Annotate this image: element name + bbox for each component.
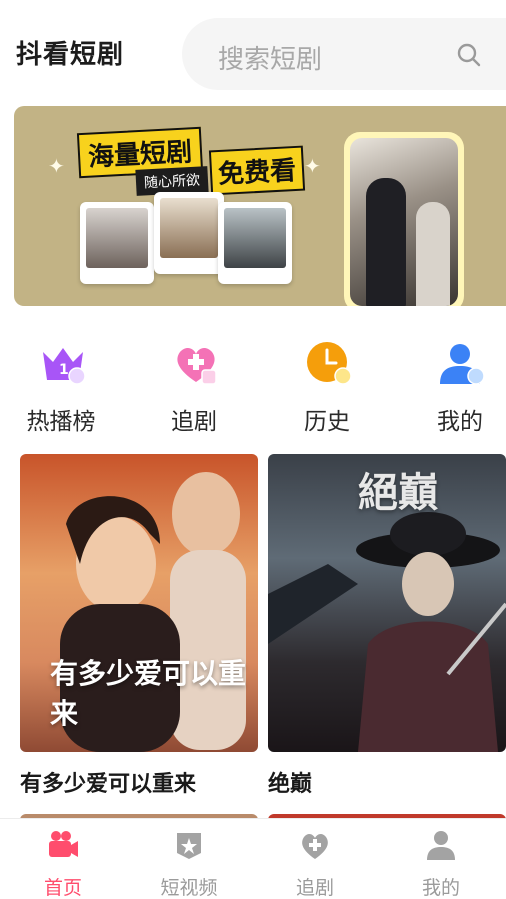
- banner-mini-card: [154, 192, 224, 274]
- sparkle-icon: ✦: [48, 154, 65, 178]
- bottom-tab-bar: 首页 短视频 追剧 我的: [0, 818, 506, 899]
- drama-poster[interactable]: 絕巔: [268, 454, 506, 752]
- user-icon: [427, 831, 455, 860]
- crown-icon: 1: [43, 348, 86, 385]
- poster-title-art: 絕巔: [358, 470, 438, 516]
- poster-title-art: 有多少爱可以重来: [50, 657, 247, 730]
- user-icon: [440, 344, 485, 385]
- banner-free-text: 免费看: [208, 145, 306, 196]
- sparkle-icon: ✦: [304, 154, 321, 178]
- drama-poster[interactable]: 有多少爱可以重来: [20, 454, 258, 752]
- tab-follow[interactable]: 追剧: [252, 819, 378, 899]
- quick-label: 我的: [437, 409, 483, 435]
- banner-phone-screen: [350, 138, 458, 306]
- promo-banner[interactable]: ✦ ✦ 海量短剧 随心所欲 免费看: [14, 106, 506, 306]
- heart-plus-icon: [302, 834, 328, 859]
- search-input[interactable]: 搜索短剧: [182, 18, 506, 90]
- drama-title: 有多少爱可以重来: [20, 772, 197, 797]
- tab-home[interactable]: 首页: [0, 819, 126, 899]
- quick-label: 追剧: [171, 409, 217, 435]
- quick-item-hot-rank[interactable]: 1 热播榜: [6, 338, 116, 438]
- tab-label: 追剧: [295, 877, 334, 899]
- tab-short-video[interactable]: 短视频: [126, 819, 252, 899]
- tab-label: 我的: [421, 877, 460, 899]
- quick-menu: 1 热播榜 追剧 历史 我的: [0, 338, 506, 438]
- quick-item-follow[interactable]: 追剧: [139, 338, 249, 438]
- header: 抖看短剧 搜索短剧: [0, 0, 506, 100]
- tab-mine[interactable]: 我的: [378, 819, 504, 899]
- clock-icon: [307, 342, 352, 385]
- heart-plus-icon: [177, 347, 217, 385]
- camera-icon: [49, 831, 78, 857]
- quick-label: 历史: [304, 409, 350, 435]
- banner-mini-card: [218, 202, 292, 284]
- search-placeholder: 搜索短剧: [218, 45, 323, 75]
- quick-item-mine[interactable]: 我的: [405, 338, 506, 438]
- quick-label: 热播榜: [26, 409, 96, 435]
- search-icon[interactable]: [456, 42, 482, 68]
- drama-card[interactable]: 有多少爱可以重来 有多少爱可以重来: [20, 454, 258, 798]
- drama-card[interactable]: 絕巔 绝巅: [268, 454, 506, 798]
- app-title: 抖看短剧: [16, 40, 125, 70]
- quick-item-history[interactable]: 历史: [272, 338, 382, 438]
- star-badge-icon: [177, 833, 201, 859]
- svg-text:1: 1: [59, 362, 69, 378]
- drama-title: 绝巅: [268, 772, 313, 797]
- tab-label: 首页: [43, 877, 82, 899]
- tab-label: 短视频: [160, 877, 218, 899]
- banner-phone-frame: [344, 132, 464, 306]
- banner-mini-card: [80, 202, 154, 284]
